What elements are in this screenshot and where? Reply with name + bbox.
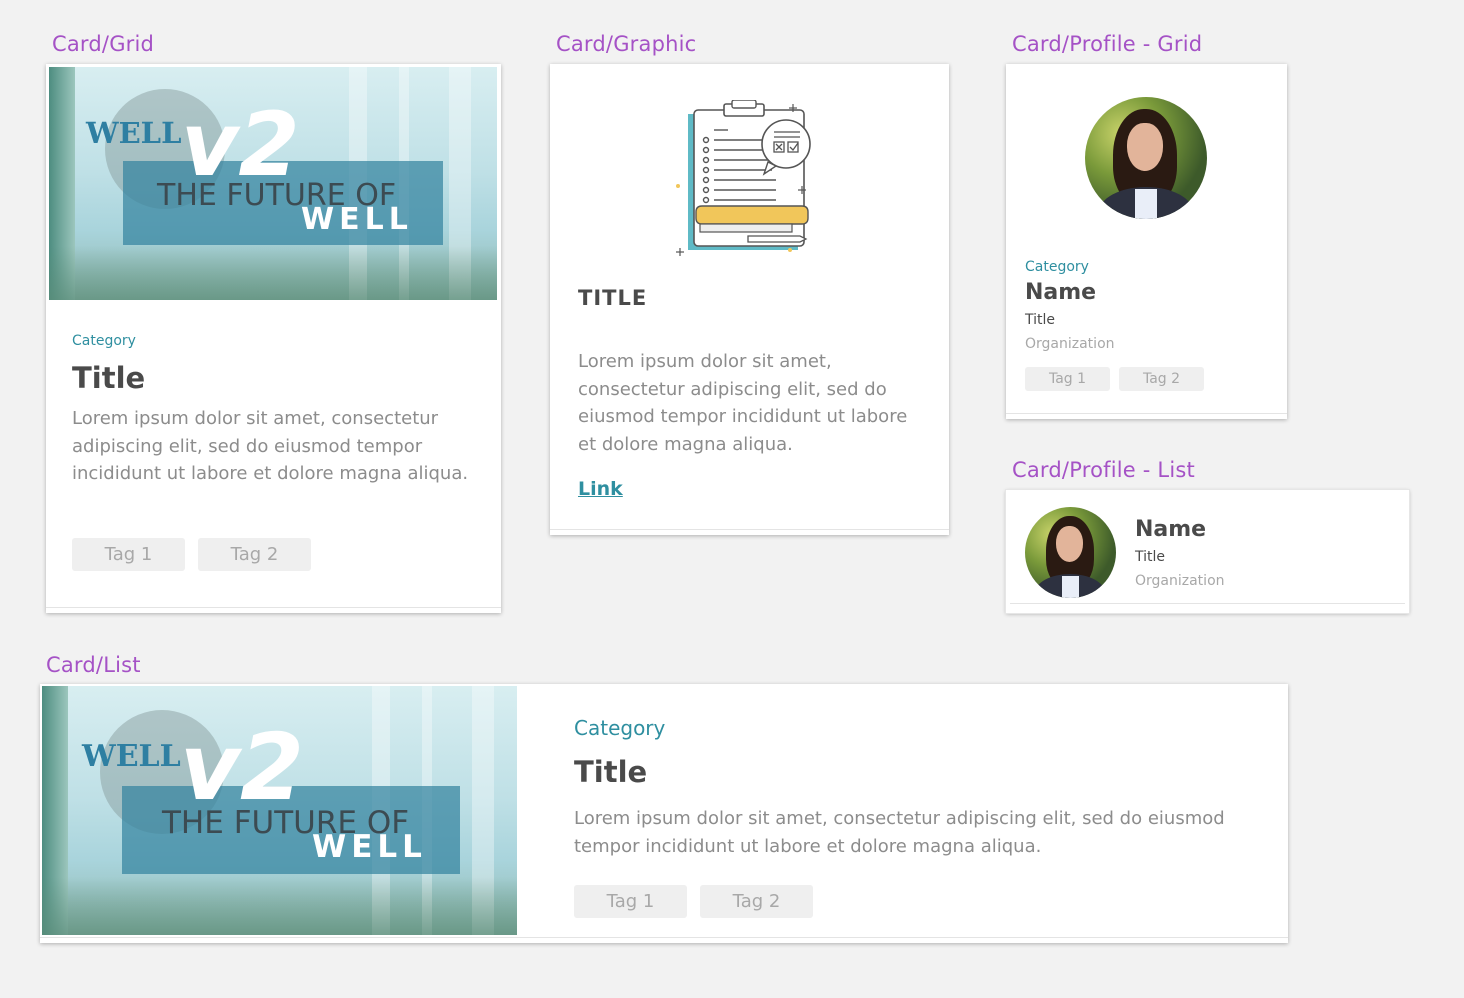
label-card-graphic: Card/Graphic [556, 32, 697, 56]
profile-organization: Organization [1135, 573, 1225, 589]
profile-title: Title [1135, 549, 1166, 565]
profile-category: Category [1025, 259, 1089, 275]
card-category: Category [72, 333, 136, 349]
hero-well-text: WELL [82, 739, 181, 774]
label-card-grid: Card/Grid [52, 32, 155, 56]
hero-v2-text: v2 [180, 714, 304, 821]
hero-ground [42, 877, 517, 935]
label-card-profile-grid: Card/Profile - Grid [1012, 32, 1203, 56]
tag-2[interactable]: Tag 2 [198, 538, 311, 571]
tag-1[interactable]: Tag 1 [1025, 367, 1110, 391]
avatar-face [1127, 123, 1163, 171]
card-title: Title [574, 755, 648, 789]
clipboard-checklist-icon [676, 100, 811, 256]
profile-title: Title [1025, 312, 1056, 328]
card-profile-grid[interactable]: Category Name Title Organization Tag 1 T… [1006, 64, 1287, 419]
avatar-shirt [1135, 189, 1157, 219]
card-title: Title [72, 361, 146, 395]
avatar [1025, 507, 1116, 598]
profile-organization: Organization [1025, 336, 1115, 352]
hero-image: WELL v2 THE FUTURE OF WELL [49, 67, 497, 300]
tag-2[interactable]: Tag 2 [1119, 367, 1204, 391]
profile-name: Name [1135, 517, 1207, 542]
hero-ground [49, 246, 497, 300]
card-title: TITLE [578, 286, 648, 310]
label-card-list: Card/List [46, 653, 141, 677]
card-link[interactable]: Link [578, 478, 623, 500]
label-card-profile-list: Card/Profile - List [1012, 458, 1195, 482]
card-profile-list[interactable]: Name Title Organization [1005, 489, 1410, 614]
avatar-face [1056, 526, 1083, 562]
tag-2[interactable]: Tag 2 [700, 885, 813, 918]
card-list[interactable]: WELL v2 THE FUTURE OF WELL Category Titl… [40, 684, 1288, 943]
hero-v2-text: v2 [181, 93, 300, 196]
card-body: Lorem ipsum dolor sit amet, consectetur … [72, 408, 469, 484]
card-category: Category [574, 716, 666, 740]
tag-1[interactable]: Tag 1 [72, 538, 185, 571]
tag-1[interactable]: Tag 1 [574, 885, 687, 918]
avatar-shirt [1062, 576, 1079, 598]
avatar [1085, 97, 1207, 219]
profile-name: Name [1025, 280, 1097, 305]
hero-image: WELL v2 THE FUTURE OF WELL [42, 686, 517, 935]
hero-well-bottom-text: WELL [312, 829, 427, 865]
card-grid[interactable]: WELL v2 THE FUTURE OF WELL Category Titl… [46, 64, 501, 613]
card-body: Lorem ipsum dolor sit amet, consectetur … [574, 808, 1225, 857]
card-graphic[interactable]: TITLE Lorem ipsum dolor sit amet, consec… [550, 64, 949, 535]
card-body: Lorem ipsum dolor sit amet, consectetur … [578, 351, 908, 455]
hero-well-bottom-text: WELL [301, 202, 413, 237]
hero-well-text: WELL [86, 116, 182, 150]
